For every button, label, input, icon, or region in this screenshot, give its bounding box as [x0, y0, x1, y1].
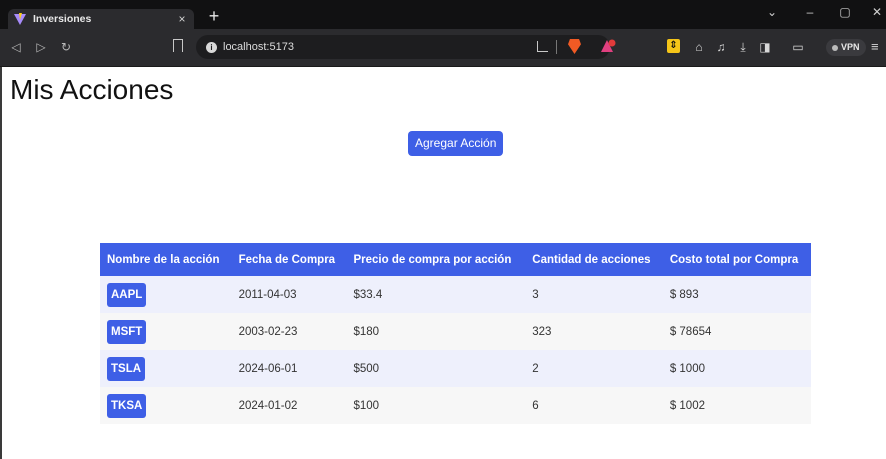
- ticker-button[interactable]: AAPL: [107, 282, 147, 307]
- extension-icon[interactable]: ⇕: [667, 39, 680, 53]
- cell-quantity: 6: [532, 399, 539, 412]
- table-row: AAPL 2011-04-03 $33.4 3 $ 893: [100, 276, 811, 313]
- url-text: localhost:5173: [223, 41, 294, 53]
- ticker-button[interactable]: TKSA: [107, 393, 147, 418]
- stocks-table: Nombre de la acción Fecha de Compra Prec…: [100, 243, 811, 424]
- table-row: TKSA 2024-01-02 $100 6 $ 1002: [100, 387, 811, 424]
- cell-stock-name: MSFT: [100, 313, 232, 350]
- vite-logo-icon: [14, 13, 26, 25]
- tab-search-dropdown-icon[interactable]: ⌄: [761, 3, 783, 21]
- table-header-row: Nombre de la acción Fecha de Compra Prec…: [100, 243, 811, 276]
- vpn-label: VPN: [841, 42, 860, 52]
- ticker-button[interactable]: MSFT: [107, 319, 147, 344]
- tab-strip: Inversiones × + ⌄ – ▢ ✕: [0, 0, 886, 29]
- tab-close-icon[interactable]: ×: [176, 12, 188, 26]
- cell-stock-name: TKSA: [100, 387, 232, 424]
- header-total-cost: Costo total por Compra: [669, 253, 799, 266]
- browser-window: Inversiones × + ⌄ – ▢ ✕ ◁ ▷ ↻ i localhos…: [0, 0, 886, 459]
- vpn-button[interactable]: VPN: [826, 39, 866, 56]
- cell-quantity: 3: [532, 288, 539, 301]
- page-content: Mis Acciones Agregar Acción Nombre de la…: [0, 67, 886, 459]
- add-stock-button[interactable]: Agregar Acción: [408, 131, 504, 156]
- close-window-button[interactable]: ✕: [866, 3, 886, 21]
- cell-quantity: 323: [532, 325, 552, 338]
- cell-total: $ 1000: [669, 362, 705, 375]
- site-info-icon[interactable]: i: [206, 41, 217, 53]
- brave-rewards-icon[interactable]: [600, 39, 616, 53]
- ticker-button[interactable]: TSLA: [107, 356, 146, 381]
- menu-icon[interactable]: ≡: [871, 39, 879, 54]
- browser-toolbar: ◁ ▷ ↻ i localhost:5173 ⇕ ⌂ ♫ ⤓ ◨ ▭ VPN ≡: [0, 29, 886, 67]
- minimize-button[interactable]: –: [799, 3, 821, 21]
- forward-icon[interactable]: ▷: [33, 39, 49, 55]
- tab-title: Inversiones: [33, 13, 92, 25]
- new-tab-button[interactable]: +: [205, 6, 223, 26]
- reload-icon[interactable]: ↻: [58, 39, 74, 55]
- table-row: TSLA 2024-06-01 $500 2 $ 1000: [100, 350, 811, 387]
- cell-stock-name: TSLA: [100, 350, 232, 387]
- header-quantity: Cantidad de acciones: [532, 253, 651, 266]
- header-price-per-share: Precio de compra por acción: [353, 253, 512, 266]
- download-icon[interactable]: ⤓: [735, 39, 751, 55]
- table-row: MSFT 2003-02-23 $180 323 $ 78654: [100, 313, 811, 350]
- back-icon[interactable]: ◁: [8, 39, 24, 55]
- cell-purchase-date: 2024-01-02: [238, 399, 298, 412]
- cell-price: $500: [353, 362, 380, 375]
- cell-total: $ 78654: [669, 325, 712, 338]
- header-purchase-date: Fecha de Compra: [238, 253, 336, 266]
- cell-stock-name: AAPL: [100, 276, 232, 313]
- maximize-button[interactable]: ▢: [834, 3, 856, 21]
- page-title: Mis Acciones: [10, 74, 174, 105]
- vpn-status-icon: [832, 44, 838, 51]
- header-stock-name: Nombre de la acción: [107, 253, 220, 266]
- cell-price: $100: [353, 399, 380, 412]
- wallet-icon[interactable]: ▭: [790, 39, 806, 55]
- cell-total: $ 893: [669, 288, 699, 301]
- cell-price: $180: [353, 325, 380, 338]
- tab-inversiones[interactable]: Inversiones ×: [8, 9, 194, 29]
- toolbar-divider: [556, 40, 557, 54]
- cell-quantity: 2: [532, 362, 539, 375]
- cell-purchase-date: 2003-02-23: [238, 325, 298, 338]
- bookmark-icon[interactable]: [173, 39, 183, 52]
- cell-price: $33.4: [353, 288, 383, 301]
- music-icon[interactable]: ♫: [713, 39, 729, 55]
- share-icon[interactable]: [537, 41, 548, 52]
- cell-total: $ 1002: [669, 399, 705, 412]
- sidebar-icon[interactable]: ◨: [757, 39, 773, 55]
- cell-purchase-date: 2011-04-03: [238, 288, 297, 301]
- puzzle-icon[interactable]: ⌂: [691, 39, 707, 55]
- cell-purchase-date: 2024-06-01: [238, 362, 298, 375]
